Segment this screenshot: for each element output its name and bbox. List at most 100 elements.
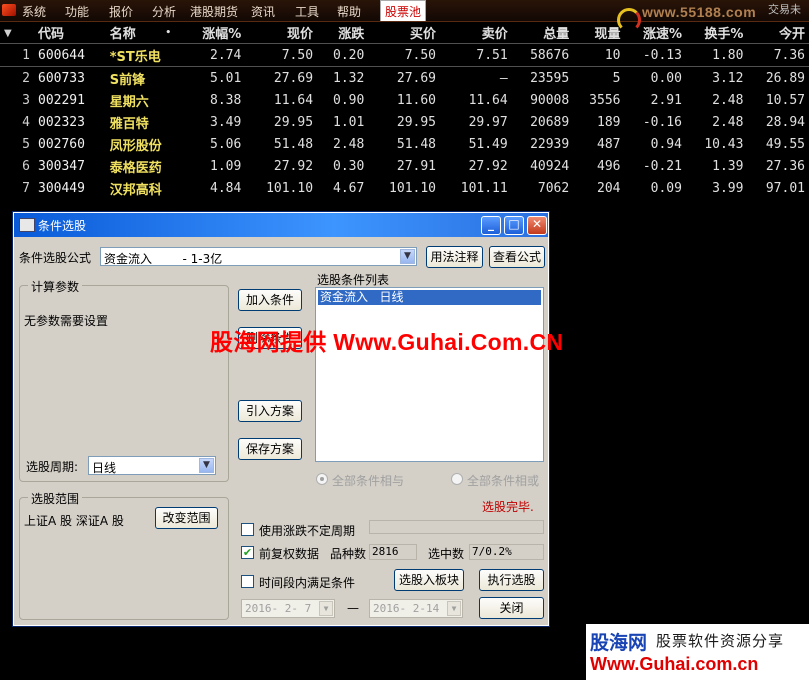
save-plan-button[interactable]: 保存方案	[238, 438, 302, 460]
price: 27.92	[273, 158, 314, 174]
price: 27.69	[273, 70, 314, 86]
menu-system[interactable]: 系统	[22, 3, 46, 20]
turnover: 1.80	[685, 43, 748, 67]
cur-vol: 5	[612, 70, 621, 86]
turnover: 3.99	[712, 180, 744, 196]
chevron-down-icon[interactable]: ▼	[447, 601, 461, 616]
time-range-checkbox[interactable]	[241, 575, 254, 588]
ask: 11.64	[468, 92, 508, 108]
open: 49.55	[765, 136, 805, 152]
use-uncertain-period-label[interactable]: 使用涨跌不定周期	[259, 522, 355, 539]
menu-quote[interactable]: 报价	[109, 3, 133, 20]
open: 7.36	[747, 43, 809, 67]
menu-bar: 系统 功能 报价 分析 港股期货 资讯 工具 帮助 股票池 www.55188.…	[0, 0, 809, 32]
table-row[interactable]: 1 600644 *ST乐电 2.74 7.50 0.20 7.50 7.51 …	[0, 43, 809, 67]
chevron-down-icon[interactable]: ▼	[319, 601, 333, 616]
stock-name: 凤形股份	[109, 138, 162, 154]
open: 28.94	[765, 114, 805, 130]
footer-url: Www.Guhai.com.cn	[590, 654, 759, 674]
open: 26.89	[765, 70, 805, 86]
price: 51.48	[273, 136, 314, 152]
menu-analysis[interactable]: 分析	[152, 3, 176, 20]
col-bid[interactable]: 买价	[368, 22, 440, 44]
import-plan-button[interactable]: 引入方案	[238, 400, 302, 422]
table-row[interactable]: 2 600733 S前锋 5.01 27.69 1.32 27.69 — 235…	[0, 67, 809, 90]
volume: 58676	[511, 43, 574, 67]
radio-and-label[interactable]: 全部条件相与	[332, 472, 404, 489]
radio-and[interactable]	[316, 473, 328, 485]
turnover: 10.43	[704, 136, 744, 152]
close-button[interactable]: 关闭	[479, 597, 544, 619]
menu-function[interactable]: 功能	[65, 3, 89, 20]
table-row[interactable]: 5 002760 凤形股份 5.06 51.48 2.48 51.48 51.4…	[0, 133, 809, 155]
formula-select[interactable]: 资金流入 - 1-3亿 ▼	[100, 247, 417, 266]
change-range-button[interactable]: 改变范围	[155, 507, 218, 529]
speed: 0.00	[650, 70, 682, 86]
stock-code: 002323	[38, 114, 85, 130]
forward-adjust-label[interactable]: 前复权数据	[259, 545, 319, 562]
radio-or-label[interactable]: 全部条件相或	[467, 472, 539, 489]
column-menu[interactable]: ▼	[0, 22, 34, 44]
dialog-titlebar[interactable]: 条件选股 _ □ ✕	[14, 213, 548, 237]
execute-button[interactable]: 执行选股	[479, 569, 544, 591]
col-name[interactable]: 名称	[106, 22, 162, 44]
ask: 101.11	[460, 180, 508, 196]
col-price[interactable]: 现价	[245, 22, 317, 44]
close-icon[interactable]: ✕	[527, 216, 547, 235]
table-row[interactable]: 3 002291 星期六 8.38 11.64 0.90 11.60 11.64…	[0, 89, 809, 111]
progress-bar	[369, 520, 544, 534]
col-speed[interactable]: 涨速%	[624, 22, 685, 44]
col-ask[interactable]: 卖价	[440, 22, 512, 44]
volume: 22939	[530, 136, 570, 152]
col-volume[interactable]: 总量	[512, 22, 573, 44]
date-to[interactable]: 2016- 2-14 ▼	[369, 599, 463, 618]
use-uncertain-period-checkbox[interactable]	[241, 523, 254, 536]
period-select[interactable]: 日线 ▼	[88, 456, 216, 475]
ask: 27.92	[468, 158, 508, 174]
menu-hk-futures[interactable]: 港股期货	[190, 3, 238, 20]
stock-code: 300449	[38, 180, 85, 196]
range-group-title: 选股范围	[28, 490, 83, 507]
open: 10.57	[765, 92, 805, 108]
condition-listbox[interactable]: 资金流入 日线	[315, 287, 544, 462]
stock-count-label: 品种数	[330, 547, 367, 561]
col-chg[interactable]: 涨跌	[317, 22, 368, 44]
menu-news[interactable]: 资讯	[251, 3, 275, 20]
selected-field: 7/0.2%	[469, 544, 544, 560]
chg: 2.48	[333, 136, 365, 152]
chg: 0.20	[317, 43, 369, 67]
speed: -0.13	[624, 43, 686, 67]
minimize-icon[interactable]: _	[481, 216, 501, 235]
chg-pct: 5.06	[210, 136, 242, 152]
chg: 1.32	[333, 70, 365, 86]
dialog-title: 条件选股	[38, 219, 87, 233]
speed: 0.94	[650, 136, 682, 152]
time-range-label[interactable]: 时间段内满足条件	[259, 574, 355, 591]
view-formula-button[interactable]: 查看公式	[489, 246, 545, 268]
add-condition-button[interactable]: 加入条件	[238, 289, 302, 311]
quote-table: ▼ 代码 名称 • 涨幅% 现价 涨跌 买价 卖价 总量 现量 涨速% 换手% …	[0, 22, 809, 199]
menu-tools[interactable]: 工具	[295, 3, 319, 20]
menu-stock-pool[interactable]: 股票池	[380, 0, 427, 21]
col-turnover[interactable]: 换手%	[686, 22, 747, 44]
row-index: 6	[22, 158, 30, 174]
maximize-icon[interactable]: □	[504, 216, 524, 235]
chevron-down-icon[interactable]: ▼	[400, 249, 415, 264]
table-row[interactable]: 4 002323 雅百特 3.49 29.95 1.01 29.95 29.97…	[0, 111, 809, 133]
menu-help[interactable]: 帮助	[337, 3, 361, 20]
table-row[interactable]: 7 300449 汉邦高科 4.84 101.10 4.67 101.10 10…	[0, 177, 809, 199]
chevron-down-icon[interactable]: ▼	[199, 458, 214, 473]
table-row[interactable]: 6 300347 泰格医药 1.09 27.92 0.30 27.91 27.9…	[0, 155, 809, 177]
col-chg-pct[interactable]: 涨幅%	[184, 22, 245, 44]
usage-button[interactable]: 用法注释	[426, 246, 483, 268]
date-from[interactable]: 2016- 2- 7 ▼	[241, 599, 335, 618]
list-item[interactable]: 资金流入 日线	[318, 290, 541, 305]
forward-adjust-checkbox[interactable]: ✔	[241, 546, 254, 559]
price: 29.95	[273, 114, 314, 130]
dropdown-icon[interactable]: ▼	[4, 28, 12, 39]
col-open[interactable]: 今开	[747, 22, 809, 44]
radio-or[interactable]	[451, 473, 463, 485]
col-cur-vol[interactable]: 现量	[573, 22, 624, 44]
col-code[interactable]: 代码	[34, 22, 106, 44]
to-block-button[interactable]: 选股入板块	[394, 569, 464, 591]
